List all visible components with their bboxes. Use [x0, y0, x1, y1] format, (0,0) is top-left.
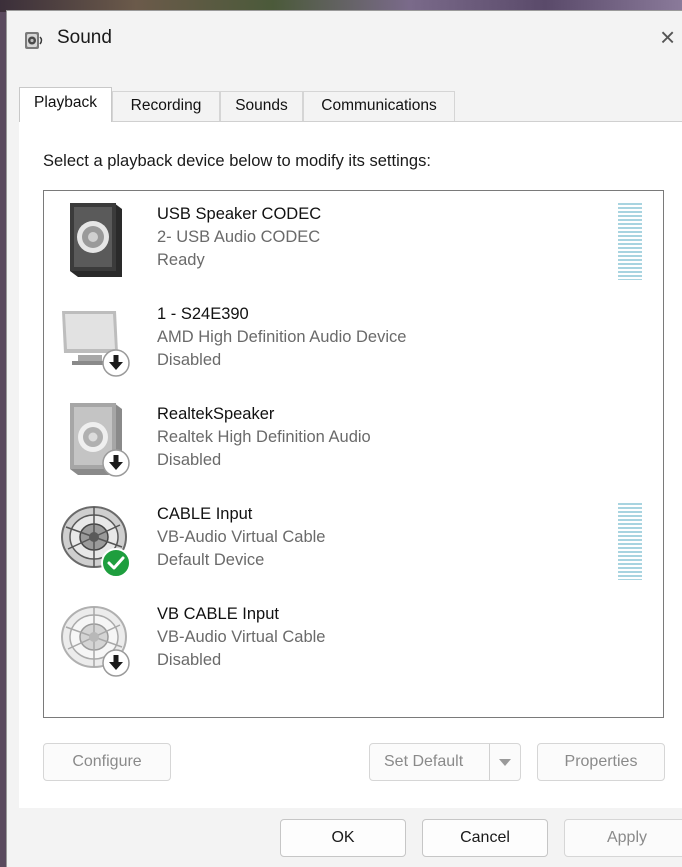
monitor-icon	[62, 311, 130, 377]
speaker-box-icon	[70, 403, 130, 477]
device-description: VB-Audio Virtual Cable	[157, 528, 326, 546]
device-status: Default Device	[157, 551, 265, 569]
cancel-button[interactable]: Cancel	[422, 819, 548, 857]
set-default-button[interactable]: Set Default	[369, 743, 521, 781]
tab-recording[interactable]: Recording	[112, 91, 220, 121]
volume-meter	[618, 203, 642, 280]
device-item-s24e390[interactable]: 1 - S24E390 AMD High Definition Audio De…	[44, 291, 663, 389]
device-name: 1 - S24E390	[157, 305, 249, 323]
chevron-down-icon	[499, 759, 511, 766]
title-bar: Sound ×	[7, 11, 682, 69]
cable-speaker-icon	[61, 506, 131, 578]
device-description: Realtek High Definition Audio	[157, 428, 371, 446]
device-list[interactable]: USB Speaker CODEC 2- USB Audio CODEC Rea…	[43, 190, 664, 718]
device-item-vb-cable-input[interactable]: VB CABLE Input VB-Audio Virtual Cable Di…	[44, 591, 663, 689]
speaker-box-icon	[70, 203, 122, 277]
tab-playback[interactable]: Playback	[19, 87, 112, 122]
device-item-cable-input[interactable]: CABLE Input VB-Audio Virtual Cable Defau…	[44, 491, 663, 589]
instruction-text: Select a playback device below to modify…	[43, 152, 431, 170]
device-status: Disabled	[157, 351, 222, 369]
device-description: AMD High Definition Audio Device	[157, 328, 407, 346]
ok-button[interactable]: OK	[280, 819, 406, 857]
tab-communications[interactable]: Communications	[303, 91, 455, 121]
set-default-label: Set Default	[384, 753, 464, 770]
playback-tab-panel: Select a playback device below to modify…	[19, 121, 682, 808]
device-item-usb-speaker-codec[interactable]: USB Speaker CODEC 2- USB Audio CODEC Rea…	[44, 191, 663, 289]
device-name: RealtekSpeaker	[157, 405, 275, 423]
properties-button[interactable]: Properties	[537, 743, 665, 781]
window-title: Sound	[57, 27, 112, 48]
device-name: USB Speaker CODEC	[157, 205, 322, 223]
device-description: VB-Audio Virtual Cable	[157, 628, 326, 646]
speaker-icon	[25, 32, 43, 49]
apply-button[interactable]: Apply	[564, 819, 682, 857]
device-status: Ready	[157, 251, 205, 269]
device-item-realtekspeaker[interactable]: RealtekSpeaker Realtek High Definition A…	[44, 391, 663, 489]
device-description: 2- USB Audio CODEC	[157, 228, 321, 246]
device-name: CABLE Input	[157, 505, 253, 523]
close-button[interactable]: ×	[660, 21, 682, 55]
device-status: Disabled	[157, 451, 222, 469]
set-default-dropdown[interactable]	[489, 744, 520, 780]
cable-speaker-icon	[61, 606, 130, 677]
tab-sounds[interactable]: Sounds	[220, 91, 303, 121]
device-status: Disabled	[157, 651, 222, 669]
volume-meter	[618, 503, 642, 580]
sound-dialog: Sound × Playback Recording Sounds Commun…	[6, 10, 682, 867]
configure-button[interactable]: Configure	[43, 743, 171, 781]
device-name: VB CABLE Input	[157, 605, 279, 623]
